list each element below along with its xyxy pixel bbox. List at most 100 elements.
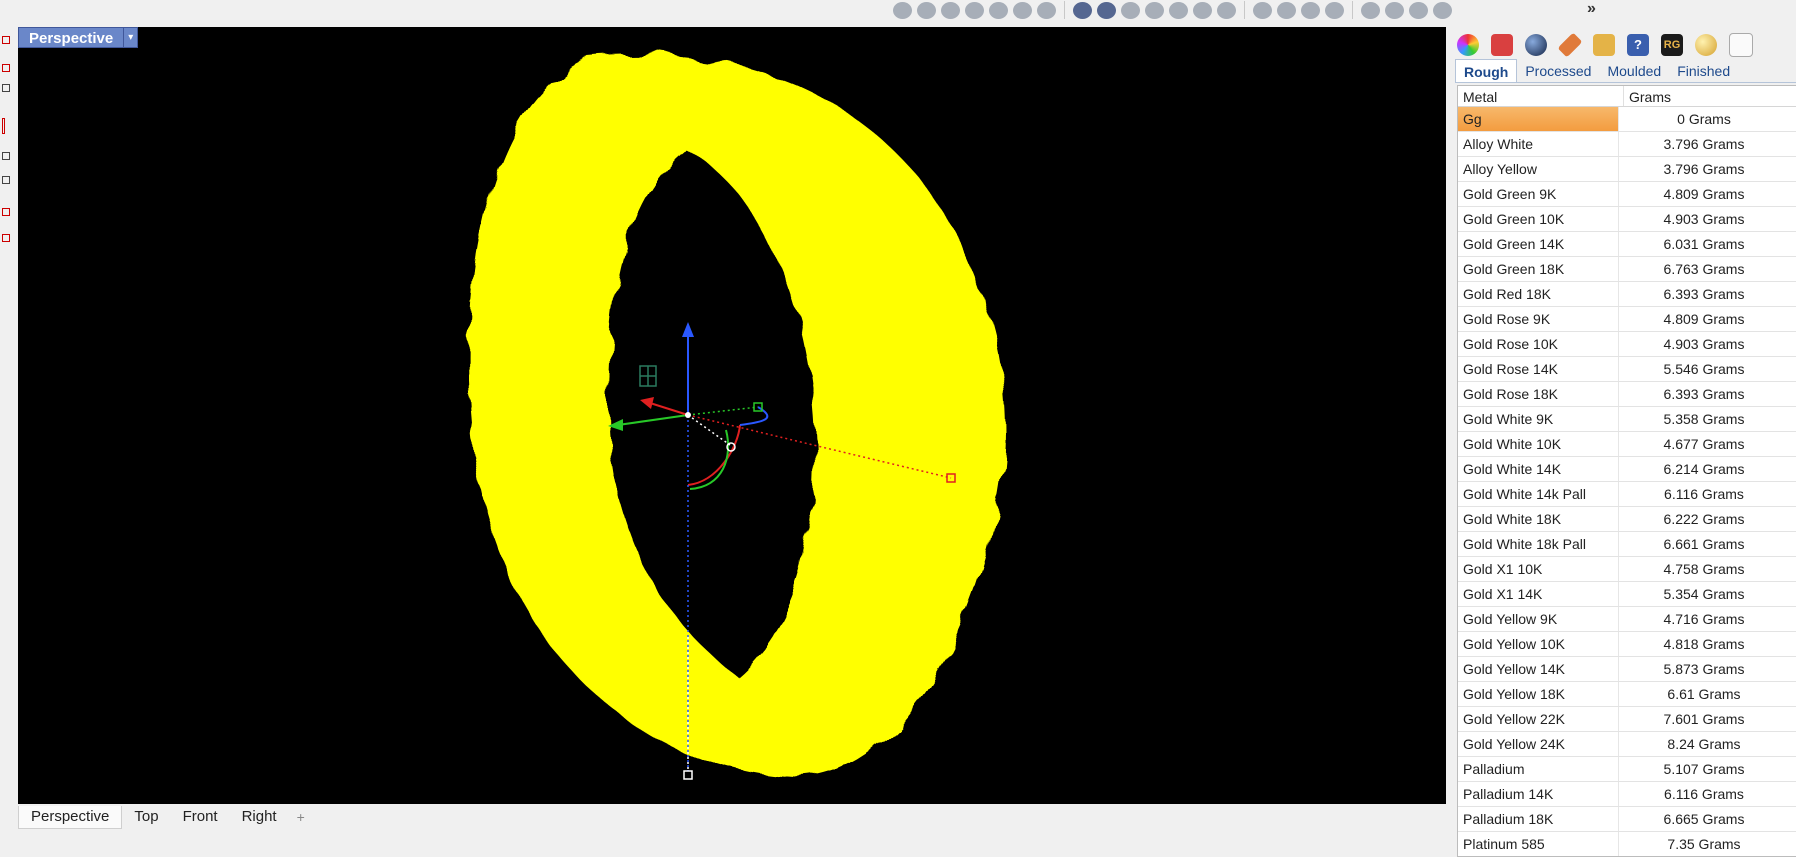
table-row[interactable]: Gold Green 10K 4.903 Grams: [1458, 207, 1796, 232]
viewport-title[interactable]: Perspective ▾: [18, 27, 139, 48]
cutter-tool-icon[interactable]: [1145, 1, 1164, 19]
column-header-grams[interactable]: Grams: [1624, 86, 1671, 106]
ring-tool-icon[interactable]: [1073, 1, 1092, 19]
table-row[interactable]: Gold Yellow 9K 4.716 Grams: [1458, 607, 1796, 632]
dot-tool-icon[interactable]: [2, 176, 10, 184]
metal-name-cell[interactable]: Gold Yellow 9K: [1458, 607, 1619, 631]
metal-name-cell[interactable]: Alloy Yellow: [1458, 157, 1619, 181]
gem-outline-icon[interactable]: [1013, 1, 1032, 19]
table-row[interactable]: Gold Rose 10K 4.903 Grams: [1458, 332, 1796, 357]
metal-name-cell[interactable]: Gold White 14k Pall: [1458, 482, 1619, 506]
y-axis-arrow[interactable]: [617, 414, 689, 426]
ring-shape[interactable]: [467, 54, 1006, 778]
metal-name-cell[interactable]: Palladium 14K: [1458, 782, 1619, 806]
table-row[interactable]: Palladium 5.107 Grams: [1458, 757, 1796, 782]
table-row[interactable]: Gold Rose 18K 6.393 Grams: [1458, 382, 1796, 407]
table-row[interactable]: Gold White 9K 5.358 Grams: [1458, 407, 1796, 432]
table-row[interactable]: Alloy White 3.796 Grams: [1458, 132, 1796, 157]
shank-tool-icon[interactable]: [1193, 1, 1212, 19]
point-tool-icon[interactable]: [2, 84, 10, 92]
metal-name-cell[interactable]: Gold Yellow 22K: [1458, 707, 1619, 731]
table-row[interactable]: Gold White 14K 6.214 Grams: [1458, 457, 1796, 482]
metal-name-cell[interactable]: Gold White 18k Pall: [1458, 532, 1619, 556]
table-row[interactable]: Gold Green 9K 4.809 Grams: [1458, 182, 1796, 207]
viewport-dropdown-icon[interactable]: ▾: [124, 27, 139, 48]
metal-weight-table[interactable]: Metal Grams Gg 0 Grams Alloy White 3.796 Gr…: [1457, 85, 1796, 857]
metal-name-cell[interactable]: Gold Yellow 18K: [1458, 682, 1619, 706]
table-row[interactable]: Palladium 18K 6.665 Grams: [1458, 807, 1796, 832]
metal-name-cell[interactable]: Gold Green 18K: [1458, 257, 1619, 281]
z-scale-handle[interactable]: [683, 770, 693, 780]
table-row[interactable]: Gold Yellow 22K 7.601 Grams: [1458, 707, 1796, 732]
toolbar-overflow-button[interactable]: »: [1587, 0, 1596, 18]
add-viewport-icon[interactable]: +: [289, 809, 313, 825]
gem-tool-icon[interactable]: [893, 1, 912, 19]
tab-top[interactable]: Top: [122, 806, 170, 828]
table-row[interactable]: Gg 0 Grams: [1458, 107, 1796, 132]
viewport-title-label[interactable]: Perspective: [18, 27, 125, 48]
table-row[interactable]: Gold Red 18K 6.393 Grams: [1458, 282, 1796, 307]
pen-tool-icon[interactable]: [941, 1, 960, 19]
setting-tool-icon[interactable]: [1037, 1, 1056, 19]
table-row[interactable]: Palladium 14K 6.116 Grams: [1458, 782, 1796, 807]
tab-finished[interactable]: Finished: [1669, 59, 1738, 83]
material-ball-icon[interactable]: [1695, 34, 1717, 56]
table-row[interactable]: Gold Yellow 24K 8.24 Grams: [1458, 732, 1796, 757]
ring-sizer-icon[interactable]: [1097, 1, 1116, 19]
plane-grid-icon[interactable]: [639, 365, 657, 387]
metal-name-cell[interactable]: Gold Rose 18K: [1458, 382, 1619, 406]
square-tool-icon[interactable]: [2, 234, 10, 242]
metal-name-cell[interactable]: Gold Green 10K: [1458, 207, 1619, 231]
folder-icon[interactable]: [1593, 34, 1615, 56]
column-header-metal[interactable]: Metal: [1458, 86, 1624, 106]
wheel-tool-icon[interactable]: [1361, 1, 1380, 19]
box-tool-icon[interactable]: [2, 64, 10, 72]
gumball-origin[interactable]: [685, 412, 691, 418]
array-tool-icon[interactable]: [1301, 1, 1320, 19]
table-row[interactable]: Gold Yellow 10K 4.818 Grams: [1458, 632, 1796, 657]
metal-name-cell[interactable]: Palladium 18K: [1458, 807, 1619, 831]
table-row[interactable]: Gold Green 18K 6.763 Grams: [1458, 257, 1796, 282]
scatter-tool-icon[interactable]: [1325, 1, 1344, 19]
tab-rough[interactable]: Rough: [1455, 59, 1518, 83]
measure-tool-icon[interactable]: [1409, 1, 1428, 19]
metal-name-cell[interactable]: Platinum 585: [1458, 832, 1619, 856]
table-row[interactable]: Gold Green 14K 6.031 Grams: [1458, 232, 1796, 257]
render-tool-icon[interactable]: [1433, 1, 1452, 19]
cup-icon[interactable]: [1729, 33, 1753, 57]
metal-name-cell[interactable]: Gold Rose 9K: [1458, 307, 1619, 331]
head-tool-icon[interactable]: [1217, 1, 1236, 19]
metal-name-cell[interactable]: Gold Rose 14K: [1458, 357, 1619, 381]
metal-name-cell[interactable]: Gold Yellow 14K: [1458, 657, 1619, 681]
table-row[interactable]: Gold Rose 14K 5.546 Grams: [1458, 357, 1796, 382]
metal-name-cell[interactable]: Gold White 14K: [1458, 457, 1619, 481]
pave-tool-icon[interactable]: [989, 1, 1008, 19]
tab-processed[interactable]: Processed: [1517, 59, 1599, 83]
ring-model[interactable]: [467, 54, 1006, 778]
chain-tool-icon[interactable]: [1253, 1, 1272, 19]
table-row[interactable]: Gold White 10K 4.677 Grams: [1458, 432, 1796, 457]
tab-right[interactable]: Right: [230, 806, 289, 828]
tab-perspective[interactable]: Perspective: [18, 805, 123, 829]
metal-name-cell[interactable]: Gold White 10K: [1458, 432, 1619, 456]
rg-logo-icon[interactable]: RG: [1661, 34, 1683, 56]
table-row[interactable]: Gold Yellow 18K 6.61 Grams: [1458, 682, 1796, 707]
layer-tool-icon[interactable]: [2, 36, 10, 44]
bezel-tool-icon[interactable]: [1121, 1, 1140, 19]
metal-name-cell[interactable]: Gold Green 9K: [1458, 182, 1619, 206]
x-rotate-arc[interactable]: [687, 424, 741, 486]
metal-name-cell[interactable]: Alloy White: [1458, 132, 1619, 156]
color-wheel-icon[interactable]: [1457, 34, 1479, 56]
metal-name-cell[interactable]: Palladium: [1458, 757, 1619, 781]
render-sphere-icon[interactable]: [1525, 34, 1547, 56]
help-icon[interactable]: ?: [1627, 34, 1649, 56]
metal-name-cell[interactable]: Gold Rose 10K: [1458, 332, 1619, 356]
metal-name-cell[interactable]: Gold Red 18K: [1458, 282, 1619, 306]
metal-name-cell[interactable]: Gold Yellow 10K: [1458, 632, 1619, 656]
table-row[interactable]: Gold White 18K 6.222 Grams: [1458, 507, 1796, 532]
table-row[interactable]: Gold Yellow 14K 5.873 Grams: [1458, 657, 1796, 682]
line-tool-icon[interactable]: [2, 118, 5, 134]
metal-name-cell[interactable]: Gold X1 14K: [1458, 582, 1619, 606]
cluster-tool-icon[interactable]: [1277, 1, 1296, 19]
viewport-scene[interactable]: [18, 27, 1446, 804]
